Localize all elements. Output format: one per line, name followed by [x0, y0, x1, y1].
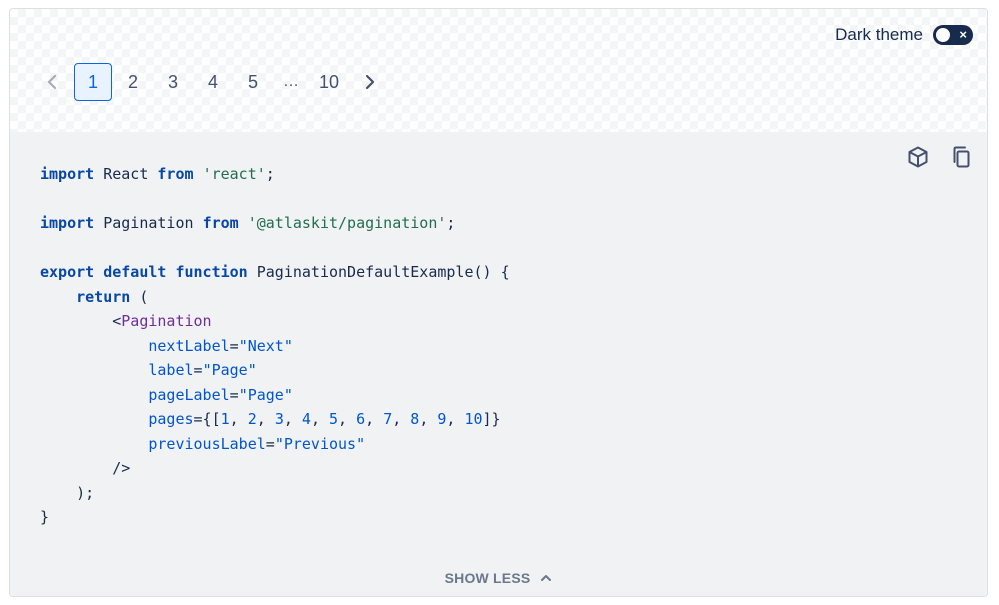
code-line-6: nextLabel="Next" — [148, 336, 293, 355]
code-line-12: ); — [76, 483, 95, 502]
previous-page-button[interactable] — [34, 63, 72, 101]
show-less-label: SHOW LESS — [444, 570, 531, 586]
code-area: import React from 'react'; import Pagina… — [10, 132, 987, 596]
page-button-2[interactable]: 2 — [114, 63, 152, 101]
copy-icon — [953, 146, 970, 168]
code-line-3: export default function PaginationDefaul… — [40, 263, 510, 281]
page-button-10[interactable]: 10 — [310, 63, 348, 101]
preview-area: Dark theme × 1 2 3 4 5 … 10 — [10, 9, 987, 133]
chevron-up-icon — [541, 575, 552, 581]
dark-theme-toggle[interactable]: × — [933, 25, 973, 45]
chevron-left-icon — [47, 74, 57, 90]
code-line-10: previousLabel="Previous" — [148, 434, 366, 453]
page-button-1[interactable]: 1 — [74, 63, 112, 101]
code-block: import React from 'react'; import Pagina… — [40, 162, 510, 530]
cube-icon — [908, 146, 928, 168]
dark-theme-control: Dark theme × — [835, 25, 973, 45]
copy-code-button[interactable] — [949, 144, 975, 170]
page-button-3[interactable]: 3 — [154, 63, 192, 101]
code-line-7: label="Page" — [148, 361, 257, 379]
code-line-9: pages={[1, 2, 3, 4, 5, 6, 7, 8, 9, 10]} — [148, 410, 501, 428]
code-line-5: <Pagination — [112, 312, 212, 330]
pagination: 1 2 3 4 5 … 10 — [34, 63, 388, 101]
show-less-button[interactable]: SHOW LESS — [10, 570, 987, 586]
chevron-right-icon — [365, 74, 375, 90]
example-frame: Dark theme × 1 2 3 4 5 … 10 import React… — [9, 8, 988, 597]
next-page-button[interactable] — [350, 63, 388, 101]
code-line-8: pageLabel="Page" — [148, 385, 293, 404]
toggle-knob — [936, 28, 950, 42]
code-line-4: return ( — [76, 287, 149, 306]
open-sandbox-button[interactable] — [905, 144, 931, 170]
page-button-4[interactable]: 4 — [194, 63, 232, 101]
code-line-11: /> — [112, 459, 131, 477]
code-toolbar — [905, 144, 975, 170]
code-line-13: } — [40, 508, 50, 526]
page-button-5[interactable]: 5 — [234, 63, 272, 101]
dark-theme-label: Dark theme — [835, 25, 923, 44]
close-icon: × — [959, 27, 967, 42]
code-line-2: import Pagination from '@atlaskit/pagina… — [40, 214, 456, 232]
pagination-ellipsis: … — [283, 73, 299, 90]
code-line-1: import React from 'react'; — [40, 165, 275, 183]
